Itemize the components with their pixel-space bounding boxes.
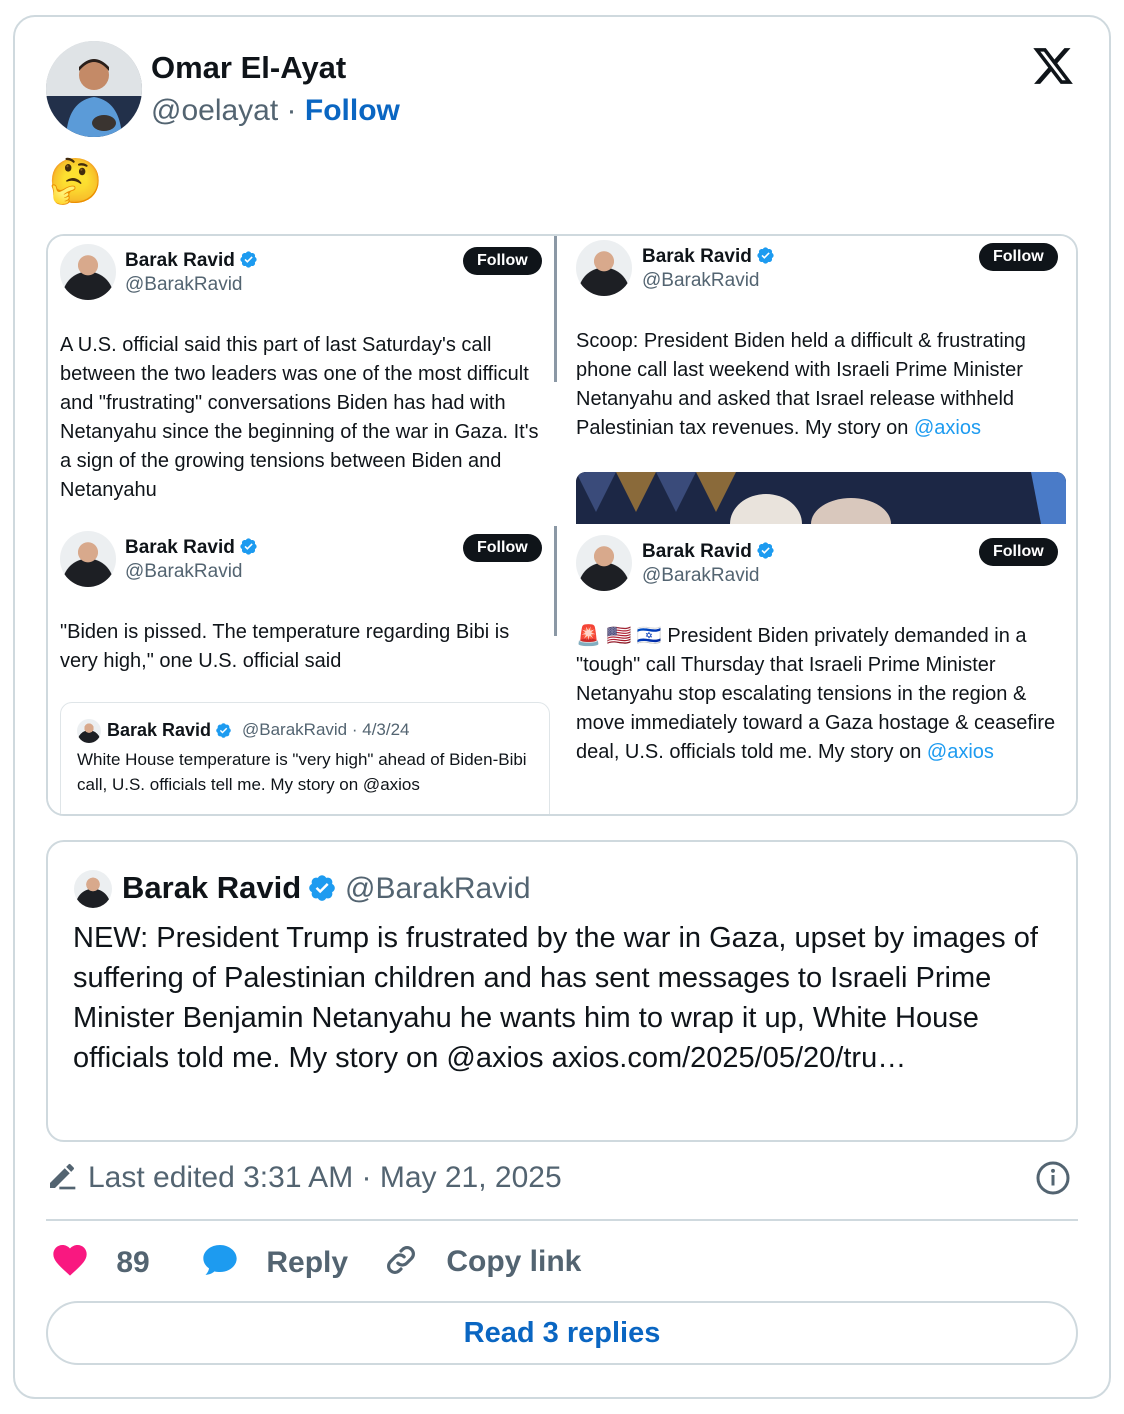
author-name[interactable]: Omar El-Ayat — [151, 50, 346, 86]
copy-link-button[interactable]: Copy link — [382, 1240, 581, 1284]
read-replies-button[interactable]: Read 3 replies — [46, 1301, 1078, 1365]
footer-divider — [46, 1219, 1078, 1221]
inner-quote-handle-date: @BarakRavid · 4/3/24 — [242, 720, 410, 739]
pane-top-left: Barak Ravid @BarakRavid Follow A U.S. of… — [48, 236, 556, 520]
inner-quote-name: Barak Ravid — [107, 720, 232, 741]
quoted-tweet[interactable]: Barak Ravid @BarakRavid NEW: President T… — [46, 840, 1078, 1142]
pane-author-name: Barak Ravid — [642, 246, 775, 268]
scroll-indicator — [554, 236, 557, 382]
author-handle-line: @oelayat · Follow — [151, 94, 400, 128]
verified-badge-icon — [216, 723, 231, 738]
scroll-indicator — [554, 526, 557, 636]
pane-follow-button: Follow — [979, 538, 1058, 566]
author-avatar[interactable] — [46, 41, 142, 137]
news-photo — [576, 472, 1066, 524]
like-button[interactable]: 89 — [50, 1240, 150, 1284]
pane-bottom-right: Barak Ravid @BarakRavid Follow 🚨 🇺🇸 🇮🇱 P… — [562, 526, 1076, 814]
x-logo-icon[interactable] — [1030, 44, 1076, 88]
barak-avatar — [576, 240, 632, 296]
follow-button[interactable]: Follow — [305, 94, 400, 127]
pane-author-name: Barak Ravid — [642, 541, 775, 563]
pane-follow-button: Follow — [979, 243, 1058, 271]
heart-icon — [53, 1245, 87, 1276]
pane-author-handle: @BarakRavid — [125, 561, 243, 582]
news-photo-image — [576, 472, 1066, 524]
barak-avatar — [77, 719, 101, 743]
inner-quoted-tweet: Barak Ravid @BarakRavid · 4/3/24 White H… — [60, 702, 550, 814]
inner-quote-text: White House temperature is "very high" a… — [77, 750, 527, 794]
copy-link-label: Copy link — [446, 1245, 582, 1278]
pane-follow-button: Follow — [463, 247, 542, 275]
reply-button[interactable]: Reply — [200, 1240, 348, 1284]
attached-image[interactable]: Barak Ravid @BarakRavid Follow A U.S. of… — [46, 234, 1078, 816]
pane-tweet-text: 🚨 🇺🇸 🇮🇱 President Biden privately demand… — [576, 625, 1056, 763]
post-text: 🤔 — [48, 157, 103, 206]
pane-author-handle: @BarakRavid — [642, 565, 760, 586]
quoted-tweet-text: NEW: President Trump is frustrated by th… — [73, 922, 1038, 1074]
verified-badge-icon — [757, 247, 774, 264]
quoted-author-avatar — [74, 870, 112, 908]
pane-tweet-text: "Biden is pissed. The temperature regard… — [60, 621, 510, 672]
pane-tweet-text: Scoop: President Biden held a difficult … — [576, 330, 1026, 439]
barak-avatar — [60, 531, 116, 587]
edit-history-link[interactable]: Last edited 3:31 AM · May 21, 2025 — [46, 1160, 562, 1195]
edited-timestamp: Last edited 3:31 AM · May 21, 2025 — [88, 1161, 562, 1194]
pane-author-handle: @BarakRavid — [642, 270, 760, 291]
quoted-author-name: Barak Ravid — [122, 870, 337, 906]
handle-separator: · — [286, 94, 297, 127]
pane-author-name: Barak Ravid — [125, 250, 258, 272]
reply-bubble-icon — [203, 1245, 237, 1275]
barak-avatar — [60, 244, 116, 300]
like-count: 89 — [116, 1246, 150, 1279]
pane-tweet-text: A U.S. official said this part of last S… — [60, 334, 539, 501]
link-icon — [387, 1246, 415, 1274]
verified-badge-icon — [309, 875, 336, 901]
pane-follow-button: Follow — [463, 534, 542, 562]
author-photo — [46, 41, 142, 137]
reply-label: Reply — [266, 1246, 349, 1279]
quoted-author-handle: @BarakRavid — [345, 872, 531, 905]
pane-author-name: Barak Ravid — [125, 537, 258, 559]
verified-badge-icon — [757, 542, 774, 559]
verified-badge-icon — [240, 251, 257, 268]
verified-badge-icon — [240, 538, 257, 555]
pencil-icon — [50, 1163, 76, 1190]
info-icon[interactable] — [1035, 1160, 1071, 1196]
barak-avatar — [576, 535, 632, 591]
pane-author-handle: @BarakRavid — [125, 274, 243, 295]
author-handle[interactable]: @oelayat — [151, 94, 278, 127]
